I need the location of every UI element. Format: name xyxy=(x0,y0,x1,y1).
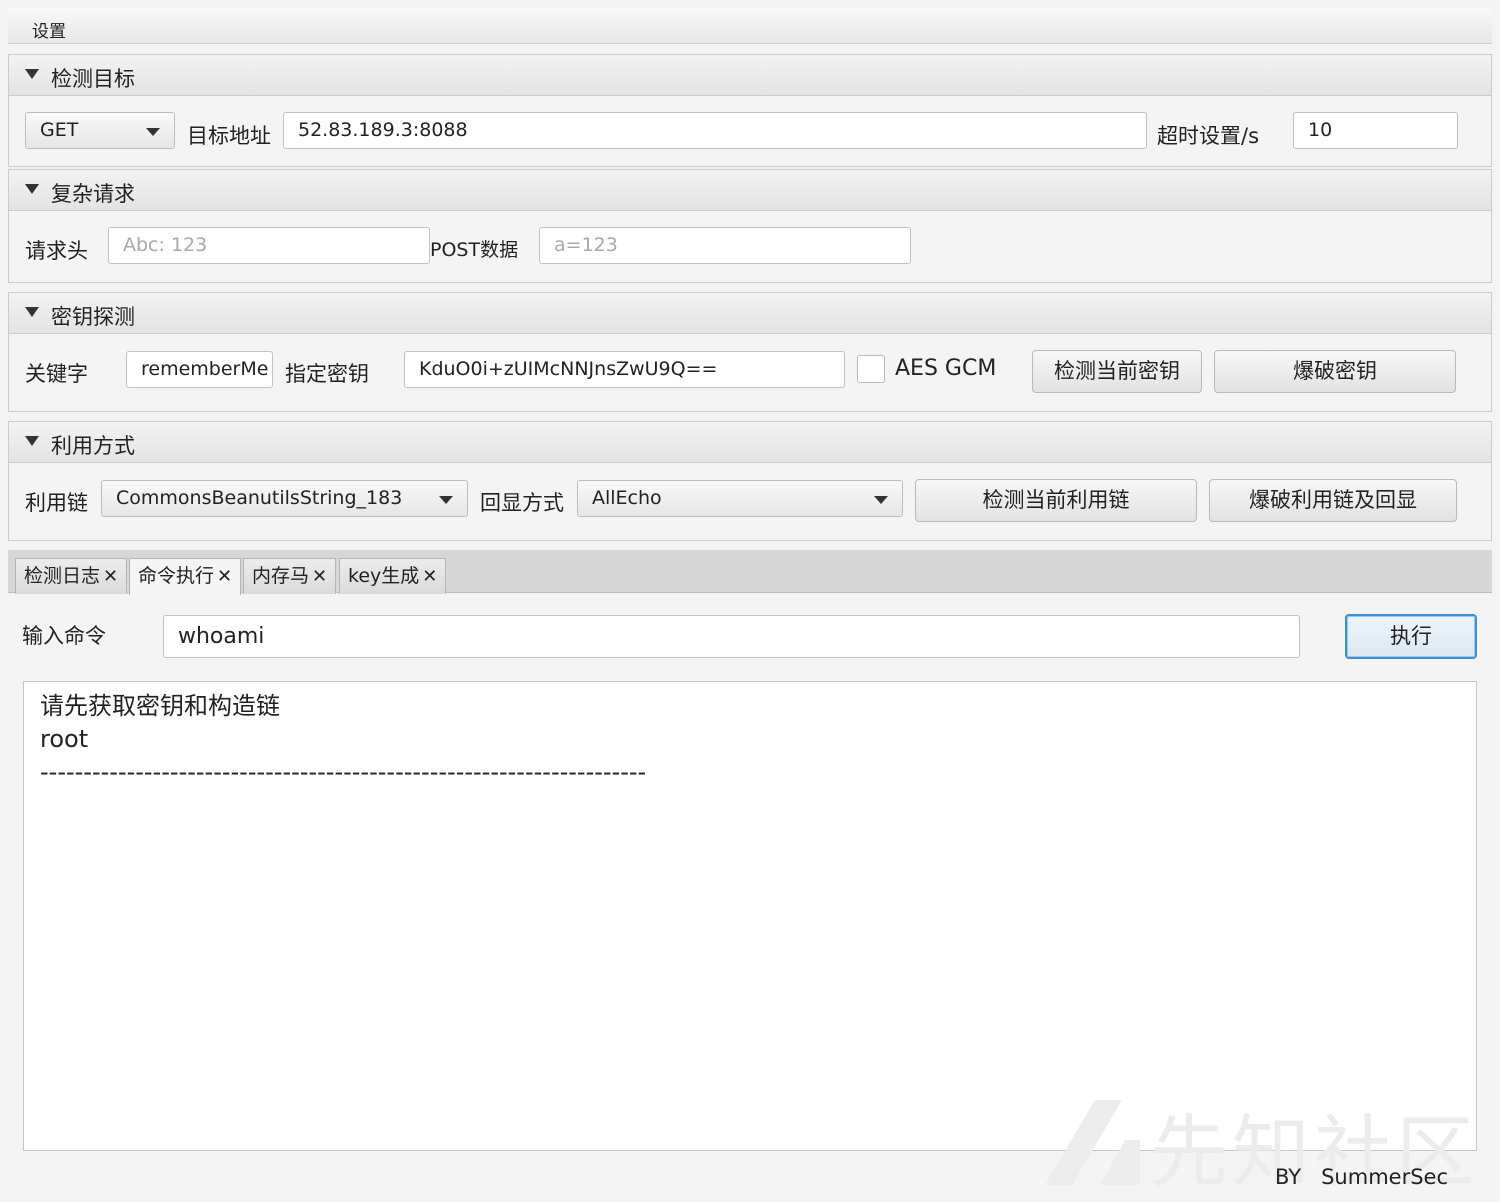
chevron-down-icon xyxy=(439,496,453,504)
collapse-arrow-icon[interactable] xyxy=(25,184,39,194)
output-line: ----------------------------------------… xyxy=(40,758,647,786)
check-key-button[interactable]: 检测当前密钥 xyxy=(1032,350,1202,393)
close-icon[interactable]: ✕ xyxy=(312,566,327,587)
echo-select[interactable]: AllEcho xyxy=(577,480,903,517)
keyword-label: 关键字 xyxy=(25,362,88,386)
brute-key-button[interactable]: 爆破密钥 xyxy=(1214,350,1456,393)
chevron-down-icon xyxy=(146,128,160,136)
method-select[interactable]: GET xyxy=(25,112,175,149)
watermark-logo-icon xyxy=(1045,1100,1140,1185)
key-input[interactable]: KduO0i+zUIMcNNJnsZwU9Q== xyxy=(404,351,845,388)
command-input[interactable]: whoami xyxy=(163,615,1300,658)
tab-label: 命令执行 xyxy=(138,565,215,587)
section-target-title: 检测目标 xyxy=(51,67,135,91)
tab-memshell[interactable]: 内存马 ✕ xyxy=(243,558,337,594)
output-line: root xyxy=(40,725,89,753)
tab-key-gen[interactable]: key生成 ✕ xyxy=(339,558,447,594)
section-key-title: 密钥探测 xyxy=(51,305,135,329)
menu-settings[interactable]: 设置 xyxy=(32,17,66,42)
tab-bar: 检测日志 ✕ 命令执行 ✕ 内存马 ✕ key生成 ✕ xyxy=(8,550,1492,595)
tab-label: 内存马 xyxy=(252,565,310,587)
tab-label: 检测日志 xyxy=(24,565,101,587)
close-icon[interactable]: ✕ xyxy=(103,566,118,587)
url-input[interactable]: 52.83.189.3:8088 xyxy=(283,112,1147,149)
post-input[interactable]: a=123 xyxy=(539,227,911,264)
close-icon[interactable]: ✕ xyxy=(422,566,437,587)
output-textarea[interactable]: 请先获取密钥和构造链 root ------------------------… xyxy=(23,681,1477,1151)
post-label: POST数据 xyxy=(430,239,519,261)
tab-detect-log[interactable]: 检测日志 ✕ xyxy=(15,558,128,594)
method-value: GET xyxy=(40,119,79,141)
chevron-down-icon xyxy=(874,496,888,504)
header-label: 请求头 xyxy=(25,239,88,263)
menu-bar: 设置 xyxy=(8,8,1492,44)
command-label: 输入命令 xyxy=(22,624,106,648)
keyword-input[interactable]: rememberMe xyxy=(126,351,273,388)
chain-label: 利用链 xyxy=(25,491,88,515)
collapse-arrow-icon[interactable] xyxy=(25,436,39,446)
collapse-arrow-icon[interactable] xyxy=(25,307,39,317)
aes-gcm-checkbox[interactable] xyxy=(857,355,885,383)
echo-value: AllEcho xyxy=(592,487,662,509)
timeout-label: 超时设置/s xyxy=(1157,124,1260,148)
section-complex-body: 请求头 Abc: 123 POST数据 a=123 xyxy=(8,211,1492,283)
section-key-header[interactable]: 密钥探测 xyxy=(8,292,1492,334)
header-input[interactable]: Abc: 123 xyxy=(108,227,430,264)
chain-value: CommonsBeanutilsString_183 xyxy=(116,487,403,509)
check-chain-button[interactable]: 检测当前利用链 xyxy=(915,479,1197,522)
close-icon[interactable]: ✕ xyxy=(217,566,232,587)
section-key-body: 关键字 rememberMe 指定密钥 KduO0i+zUIMcNNJnsZwU… xyxy=(8,334,1492,412)
section-exploit-title: 利用方式 xyxy=(51,434,135,458)
specify-key-label: 指定密钥 xyxy=(285,362,369,386)
aes-gcm-label[interactable]: AES GCM xyxy=(895,356,996,381)
section-exploit-body: 利用链 CommonsBeanutilsString_183 回显方式 AllE… xyxy=(8,463,1492,541)
section-target-header[interactable]: 检测目标 xyxy=(8,54,1492,96)
execute-button[interactable]: 执行 xyxy=(1345,614,1477,659)
section-exploit-header[interactable]: 利用方式 xyxy=(8,421,1492,463)
timeout-input[interactable]: 10 xyxy=(1293,112,1458,149)
section-complex-title: 复杂请求 xyxy=(51,182,135,206)
chain-select[interactable]: CommonsBeanutilsString_183 xyxy=(101,480,468,517)
tab-command-exec[interactable]: 命令执行 ✕ xyxy=(129,558,242,595)
section-complex-header[interactable]: 复杂请求 xyxy=(8,169,1492,211)
section-target-body: GET 目标地址 52.83.189.3:8088 超时设置/s 10 xyxy=(8,96,1492,167)
footer-credit: BY SummerSec xyxy=(1274,1165,1448,1189)
collapse-arrow-icon[interactable] xyxy=(25,69,39,79)
url-label: 目标地址 xyxy=(187,124,271,148)
brute-chain-button[interactable]: 爆破利用链及回显 xyxy=(1209,479,1457,522)
echo-label: 回显方式 xyxy=(480,491,564,515)
output-line: 请先获取密钥和构造链 xyxy=(40,692,280,720)
tab-label: key生成 xyxy=(348,565,420,587)
